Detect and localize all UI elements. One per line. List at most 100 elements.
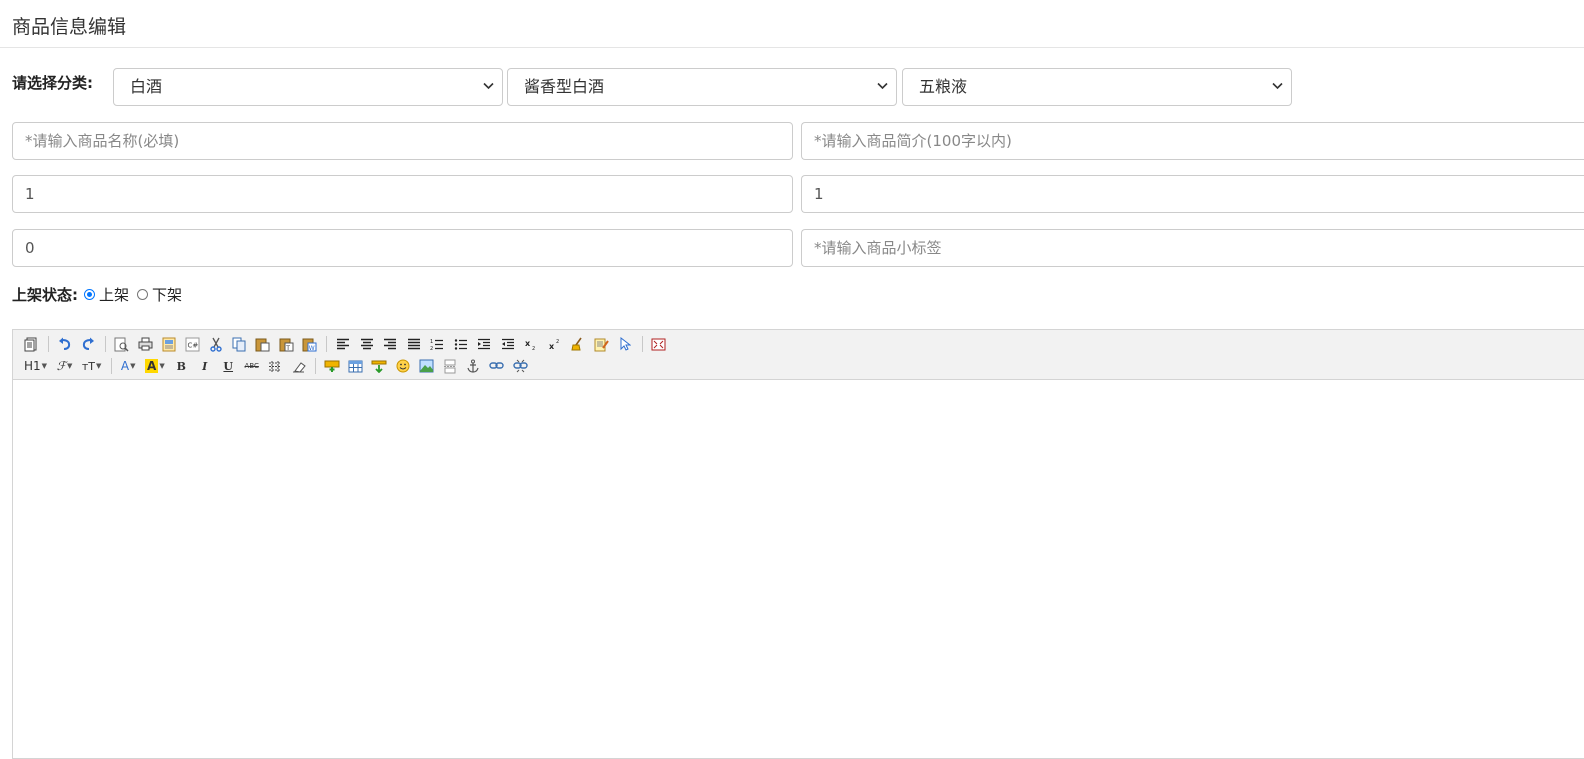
align-center-icon[interactable] <box>357 334 377 354</box>
heading-dropdown[interactable]: H1 ▼ <box>21 356 50 376</box>
listing-status-group: 上架状态: 上架 下架 <box>12 284 190 305</box>
source-icon[interactable] <box>21 334 41 354</box>
cut-icon[interactable] <box>206 334 226 354</box>
font-color-dropdown[interactable]: A ▼ <box>118 356 139 376</box>
emotion-icon[interactable] <box>393 356 413 376</box>
fullscreen-icon[interactable] <box>649 334 669 354</box>
status-off-radio[interactable] <box>137 289 149 300</box>
preview-icon[interactable] <box>112 334 132 354</box>
font-family-label: ℱ <box>56 359 66 373</box>
chevron-down-icon: ▼ <box>67 362 73 370</box>
font-size-dropdown[interactable]: тT ▼ <box>79 356 105 376</box>
product-name-input[interactable] <box>12 122 793 160</box>
category-level2-value: 酱香型白酒 <box>524 77 605 96</box>
svg-text:1: 1 <box>430 339 433 345</box>
eraser-icon[interactable] <box>289 356 309 376</box>
chevron-down-icon: ▼ <box>96 362 102 370</box>
toolbar-row-2: H1 ▼ ℱ ▼ тT ▼ A ▼ A ▼ B I U ABC <box>21 355 1584 377</box>
toolbar-separator <box>326 336 327 352</box>
status-on-radio[interactable] <box>84 289 95 300</box>
svg-text:2: 2 <box>556 339 559 345</box>
undo-icon[interactable] <box>55 334 75 354</box>
svg-text:2: 2 <box>430 346 433 351</box>
toolbar-separator <box>641 336 643 352</box>
page-break-icon[interactable] <box>440 356 460 376</box>
editor-toolbar: C# T W 12 x2 x2 H1 ▼ ℱ ▼ тT ▼ A ▼ A ▼ B … <box>13 330 1584 380</box>
category-level1-value: 白酒 <box>130 77 163 96</box>
chevron-down-icon <box>1272 69 1283 90</box>
chevron-down-icon <box>877 69 888 90</box>
highlight-label: A <box>145 359 159 373</box>
category-level1-select[interactable]: 白酒 <box>113 68 503 106</box>
chevron-down-icon <box>483 69 494 90</box>
outdent-icon[interactable] <box>498 334 518 354</box>
category-level3-value: 五粮液 <box>919 77 968 96</box>
page-title: 商品信息编辑 <box>12 16 127 38</box>
svg-text:x: x <box>549 342 555 351</box>
strikethrough-button[interactable]: ABC <box>242 356 262 376</box>
category-level2-select[interactable]: 酱香型白酒 <box>507 68 897 106</box>
copy-icon[interactable] <box>229 334 249 354</box>
align-justify-icon[interactable] <box>404 334 424 354</box>
paste-text-icon[interactable]: T <box>276 334 296 354</box>
svg-text:W: W <box>309 345 315 352</box>
svg-text:x: x <box>525 339 531 348</box>
toolbar-separator <box>110 358 112 374</box>
category-level3-select[interactable]: 五粮液 <box>902 68 1292 106</box>
italic-button[interactable]: I <box>195 356 215 376</box>
paste-icon[interactable] <box>253 334 273 354</box>
toolbar-separator <box>315 358 317 374</box>
insert-row-icon[interactable] <box>322 356 342 376</box>
product-tag-input[interactable] <box>801 229 1584 267</box>
category-label: 请选择分类: <box>12 74 93 92</box>
horizontal-rule-icon[interactable] <box>265 356 285 376</box>
subscript-icon[interactable]: x2 <box>521 334 541 354</box>
template-icon[interactable] <box>159 334 179 354</box>
image-icon[interactable] <box>416 356 436 376</box>
toolbar-row-1: C# T W 12 x2 x2 <box>21 333 1584 355</box>
unlink-icon[interactable] <box>510 356 530 376</box>
svg-text:C#: C# <box>187 341 198 349</box>
toolbar-separator <box>47 336 49 352</box>
toolbar-separator <box>104 336 106 352</box>
select-all-icon[interactable] <box>615 334 635 354</box>
status-on-label[interactable]: 上架 <box>99 284 129 305</box>
highlight-dropdown[interactable]: A ▼ <box>142 356 168 376</box>
status-off-label[interactable]: 下架 <box>152 284 182 305</box>
font-size-label: тT <box>81 359 96 373</box>
editor-content-area[interactable] <box>13 380 1584 750</box>
product-intro-input[interactable] <box>801 122 1584 160</box>
print-icon[interactable] <box>135 334 155 354</box>
svg-text:T: T <box>285 345 290 352</box>
table-icon[interactable] <box>346 356 366 376</box>
svg-text:2: 2 <box>532 346 535 351</box>
listing-status-label: 上架状态: <box>12 286 78 304</box>
underline-button[interactable]: U <box>218 356 238 376</box>
chevron-down-icon: ▼ <box>41 362 48 370</box>
bold-button[interactable]: B <box>171 356 191 376</box>
unordered-list-icon[interactable] <box>451 334 471 354</box>
align-right-icon[interactable] <box>380 334 400 354</box>
quick-format-icon[interactable] <box>592 334 612 354</box>
row2-right-input[interactable] <box>801 175 1584 213</box>
paste-word-icon[interactable]: W <box>300 334 320 354</box>
heading-label: H1 <box>24 359 41 373</box>
row3-left-input[interactable] <box>12 229 793 267</box>
indent-icon[interactable] <box>474 334 494 354</box>
row2-left-input[interactable] <box>12 175 793 213</box>
redo-icon[interactable] <box>78 334 98 354</box>
chevron-down-icon: ▼ <box>159 362 165 370</box>
font-family-dropdown[interactable]: ℱ ▼ <box>54 356 76 376</box>
clear-html-icon[interactable] <box>568 334 588 354</box>
superscript-icon[interactable]: x2 <box>545 334 565 354</box>
font-color-label: A <box>120 359 130 373</box>
insert-code-icon[interactable]: C# <box>182 334 202 354</box>
chevron-down-icon: ▼ <box>130 362 136 370</box>
page-header: 商品信息编辑 <box>0 0 1584 48</box>
anchor-icon[interactable] <box>463 356 483 376</box>
ordered-list-icon[interactable]: 12 <box>427 334 447 354</box>
link-icon[interactable] <box>487 356 507 376</box>
align-left-icon[interactable] <box>333 334 353 354</box>
insert-paragraph-icon[interactable] <box>369 356 389 376</box>
rich-text-editor: C# T W 12 x2 x2 H1 ▼ ℱ ▼ тT ▼ A ▼ A ▼ B … <box>12 329 1584 759</box>
